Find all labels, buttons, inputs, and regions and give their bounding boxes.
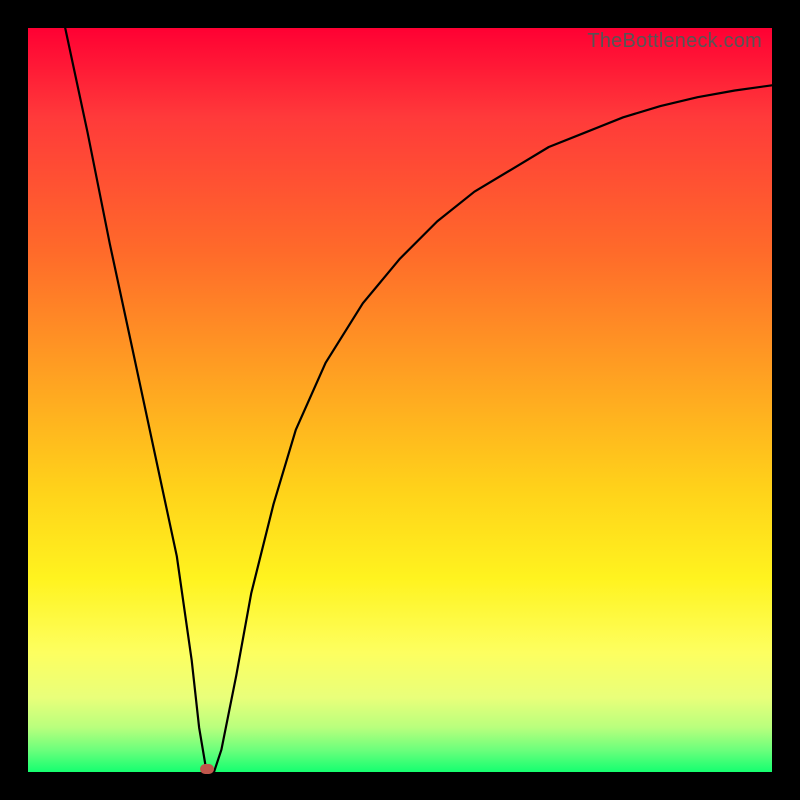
- bottleneck-curve: [28, 28, 772, 772]
- plot-area: TheBottleneck.com: [28, 28, 772, 772]
- chart-frame: TheBottleneck.com: [0, 0, 800, 800]
- optimal-point-marker: [200, 764, 214, 774]
